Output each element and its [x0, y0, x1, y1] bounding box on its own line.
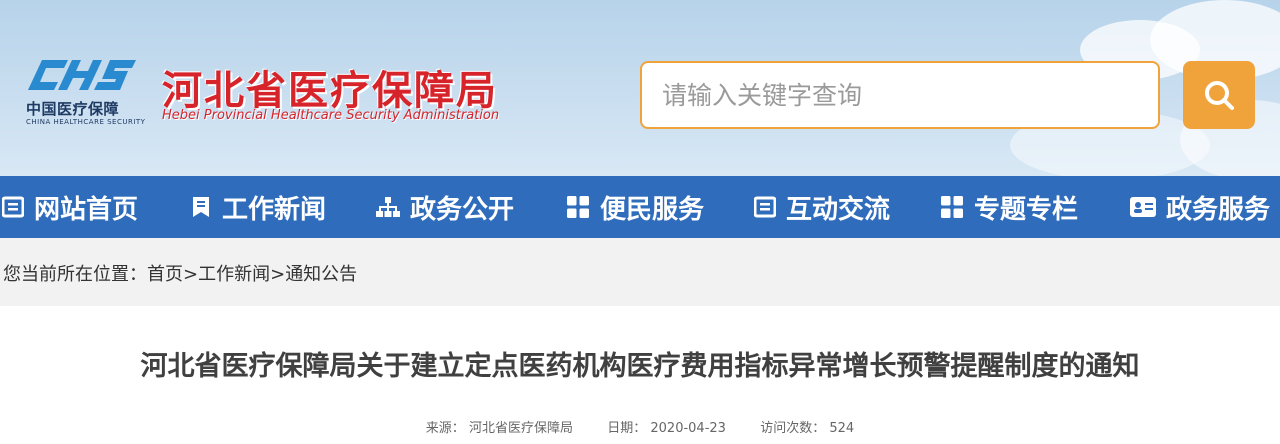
search-input[interactable] [660, 63, 1144, 127]
nav-item-services[interactable]: 便民服务 [566, 176, 704, 238]
nav-label: 工作新闻 [222, 194, 327, 225]
date-label: 日期： [607, 421, 647, 436]
nav-label: 互动交流 [786, 194, 891, 225]
nav-label: 便民服务 [600, 194, 705, 225]
nav-label: 政务服务 [1166, 194, 1271, 225]
grid-icon [941, 196, 963, 218]
breadcrumb-home[interactable]: 首页 [147, 264, 183, 285]
list-icon [754, 196, 776, 218]
breadcrumb-separator: > [270, 264, 286, 285]
search-box [640, 61, 1160, 129]
bookmark-icon [193, 197, 209, 217]
site-header: 中国医疗保障 CHINA HEALTHCARE SECURITY 河北省医疗保障… [0, 0, 1280, 176]
views-value: 524 [829, 421, 855, 436]
breadcrumb-separator: > [183, 264, 199, 285]
nav-label: 政务公开 [410, 194, 515, 225]
date-value: 2020-04-23 [650, 421, 726, 436]
site-logo[interactable]: 中国医疗保障 CHINA HEALTHCARE SECURITY 河北省医疗保障… [22, 58, 522, 130]
chs-logo-icon [28, 60, 136, 90]
nav-label: 专题专栏 [974, 194, 1079, 225]
logo-cn-text: 中国医疗保障 [26, 100, 120, 118]
logo-en-text: CHINA HEALTHCARE SECURITY [26, 118, 146, 126]
nav-item-special-topics[interactable]: 专题专栏 [940, 176, 1078, 238]
site-subtitle: Hebei Provincial Healthcare Security Adm… [162, 108, 500, 123]
list-icon [2, 196, 24, 218]
breadcrumb-news[interactable]: 工作新闻 [198, 264, 270, 285]
views-label: 访问次数： [760, 421, 826, 436]
nav-item-gov-affairs[interactable]: 政务公开 [376, 176, 514, 238]
id-card-icon [1130, 197, 1156, 217]
breadcrumb-bar: 您当前所在位置：首页>工作新闻>通知公告 [0, 238, 1280, 306]
grid-icon [567, 196, 589, 218]
breadcrumb-notices[interactable]: 通知公告 [285, 264, 357, 285]
main-nav: 网站首页 工作新闻 政务公开 便民服务 互动交流 专题专栏 政务服务 [0, 176, 1280, 238]
breadcrumb: 您当前所在位置：首页>工作新闻>通知公告 [3, 260, 357, 286]
nav-item-news[interactable]: 工作新闻 [190, 176, 326, 238]
nav-label: 网站首页 [34, 194, 139, 225]
nav-item-home[interactable]: 网站首页 [2, 176, 138, 238]
article-title: 河北省医疗保障局关于建立定点医药机构医疗费用指标异常增长预警提醒制度的通知 [140, 351, 1140, 382]
breadcrumb-prefix: 您当前所在位置： [3, 264, 147, 285]
search-icon [1205, 81, 1234, 110]
source-value: 河北省医疗保障局 [468, 421, 573, 436]
article-meta: 来源： 河北省医疗保障局 日期： 2020-04-23 访问次数： 524 [0, 417, 1280, 436]
nav-item-gov-services[interactable]: 政务服务 [1130, 176, 1270, 238]
search-button[interactable] [1183, 61, 1255, 129]
source-label: 来源： [425, 421, 465, 436]
nav-item-interaction[interactable]: 互动交流 [754, 176, 890, 238]
sitemap-icon [376, 197, 400, 217]
